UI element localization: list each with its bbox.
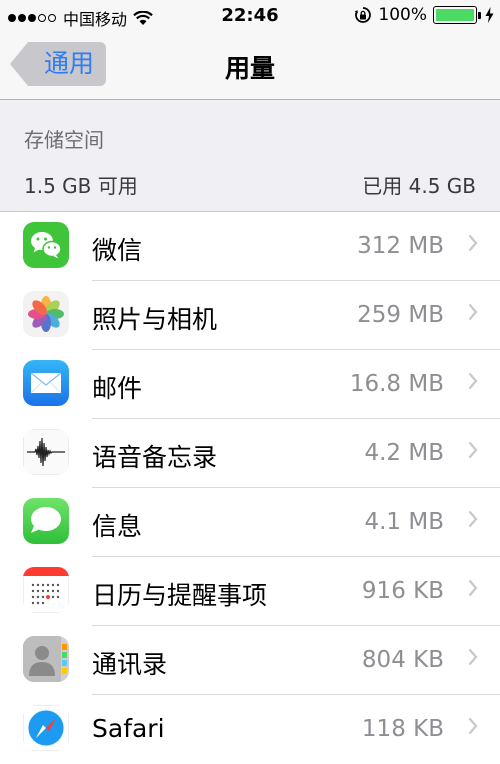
list-item-mail[interactable]: 邮件 16.8 MB: [0, 350, 500, 419]
storage-available: 1.5 GB 可用: [24, 174, 138, 198]
app-size: 804 KB: [361, 647, 444, 673]
rotation-lock-icon: [354, 7, 372, 23]
app-name: 照片与相机: [92, 305, 218, 334]
battery-tip: [478, 11, 481, 19]
app-name: 邮件: [92, 374, 143, 403]
charging-bolt-icon: [485, 7, 494, 23]
app-size: 259 MB: [357, 302, 444, 328]
app-name: 通讯录: [92, 650, 168, 679]
status-bar: 中国移动 22:46 100%: [0, 0, 500, 34]
app-usage-list: 微信 312 MB 照片与相机 259 MB 邮件 16.8 MB 语音备忘录 …: [0, 212, 500, 764]
calendar-icon: [23, 567, 69, 613]
app-size: 916 KB: [361, 578, 444, 604]
chevron-right-icon: [468, 372, 478, 390]
storage-used: 已用 4.5 GB: [362, 174, 476, 198]
chevron-right-icon: [468, 303, 478, 321]
battery-icon: [433, 6, 477, 24]
list-item-messages[interactable]: 信息 4.1 MB: [0, 488, 500, 557]
list-item-calendar-reminders[interactable]: 日历与提醒事项 916 KB: [0, 557, 500, 626]
storage-section: 存储空间 1.5 GB 可用 已用 4.5 GB: [0, 100, 500, 212]
app-name: 日历与提醒事项: [92, 581, 268, 610]
list-item-safari[interactable]: Safari 118 KB: [0, 695, 500, 764]
chevron-right-icon: [468, 234, 478, 252]
chevron-right-icon: [468, 441, 478, 459]
app-size: 16.8 MB: [349, 371, 444, 397]
app-name: Safari: [92, 714, 165, 743]
chevron-right-icon: [468, 510, 478, 528]
app-size: 4.2 MB: [364, 440, 444, 466]
list-item-voice-memos[interactable]: 语音备忘录 4.2 MB: [0, 419, 500, 488]
chevron-right-icon: [468, 648, 478, 666]
list-item-contacts[interactable]: 通讯录 804 KB: [0, 626, 500, 695]
contacts-icon: [23, 636, 69, 682]
messages-icon: [23, 498, 69, 544]
status-right: 100%: [354, 5, 494, 25]
battery-percent: 100%: [378, 5, 427, 25]
app-size: 312 MB: [357, 233, 444, 259]
page-title: 用量: [224, 54, 275, 83]
voice-memos-icon: [23, 429, 69, 475]
mail-icon: [23, 360, 69, 406]
chevron-right-icon: [468, 717, 478, 735]
app-name: 信息: [92, 512, 143, 541]
list-item-photos[interactable]: 照片与相机 259 MB: [0, 281, 500, 350]
app-size: 4.1 MB: [364, 509, 444, 535]
app-size: 118 KB: [361, 716, 444, 742]
list-item-wechat[interactable]: 微信 312 MB: [0, 212, 500, 281]
section-header: 存储空间: [24, 128, 104, 152]
safari-icon: [23, 705, 69, 751]
chevron-right-icon: [468, 579, 478, 597]
app-name: 语音备忘录: [92, 443, 218, 472]
navigation-bar: 通用 用量: [0, 34, 500, 100]
photos-icon: [23, 291, 69, 337]
wechat-icon: [23, 222, 69, 268]
app-name: 微信: [92, 236, 143, 265]
